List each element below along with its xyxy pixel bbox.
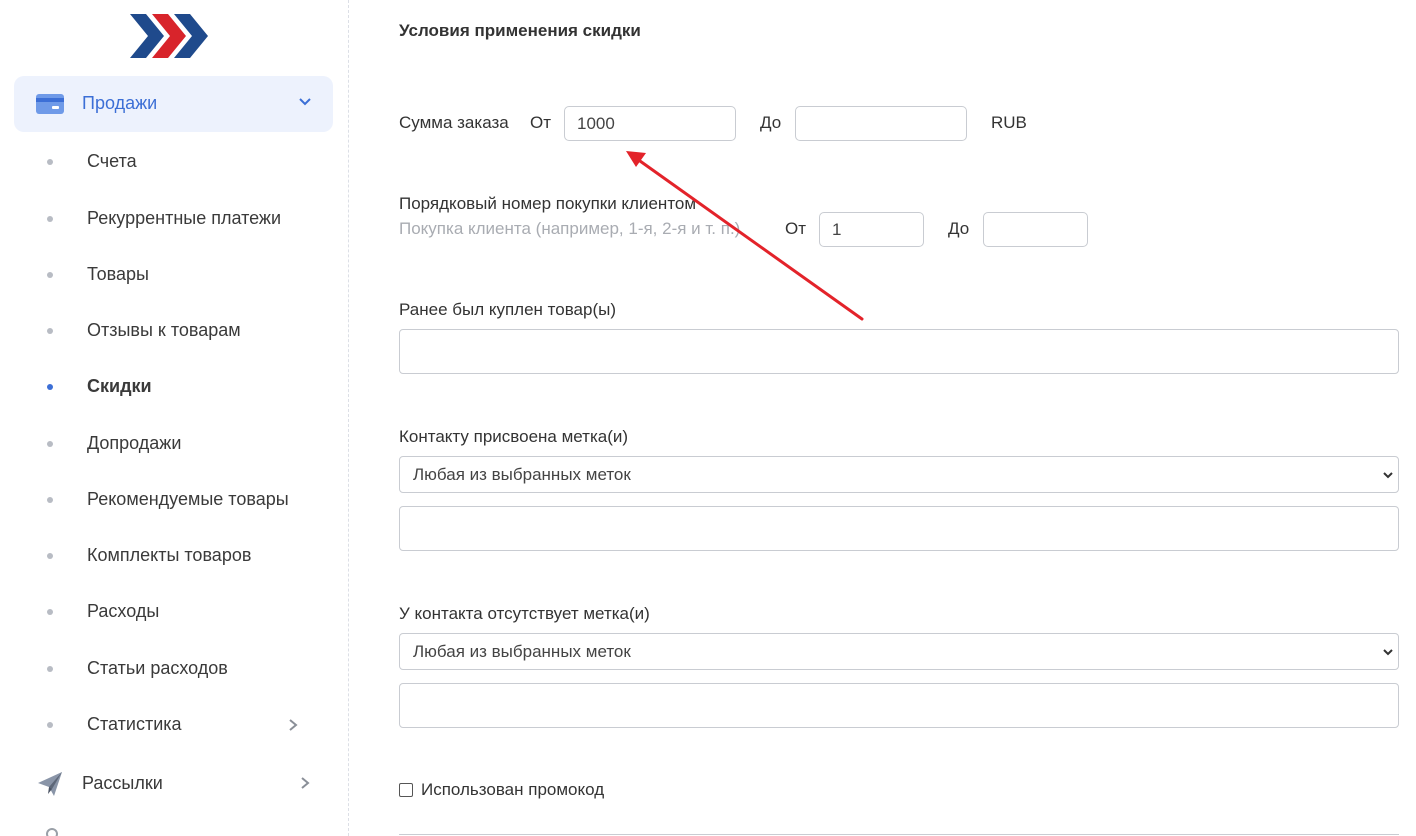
purchase-number-to-input[interactable]: [983, 212, 1088, 247]
order-sum-to-input[interactable]: [795, 106, 967, 141]
bullet-dot: [47, 216, 53, 222]
missing-tags-input[interactable]: [399, 683, 1399, 728]
bullet-dot: [47, 272, 53, 278]
sidebar-item-recurring-payments[interactable]: Рекуррентные платежи: [0, 198, 330, 238]
chevron-right-icon: [289, 719, 298, 731]
sidebar: Продажи Счета Рекуррентные платежи Товар…: [0, 0, 348, 836]
purchase-number-hint: Покупка клиента (например, 1-я, 2-я и т.…: [399, 219, 741, 238]
next-field-edge: [399, 834, 1399, 835]
sidebar-item-discounts[interactable]: Скидки: [0, 366, 330, 406]
partial-menu-icon: [46, 828, 58, 836]
order-sum-to-label: До: [760, 113, 782, 132]
missing-tags-label: У контакта отсутствует метка(и): [399, 604, 650, 623]
sidebar-item-invoices[interactable]: Счета: [0, 141, 330, 181]
menu-mailing[interactable]: Рассылки: [14, 756, 333, 812]
sidebar-item-product-bundles[interactable]: Комплекты товаров: [0, 535, 330, 575]
promo-code-label: Использован промокод: [421, 780, 605, 799]
sidebar-item-label: Счета: [87, 151, 137, 171]
sidebar-item-upsells[interactable]: Допродажи: [0, 423, 330, 463]
purchase-number-from-input[interactable]: [819, 212, 924, 247]
sidebar-item-label: Отзывы к товарам: [87, 320, 241, 340]
has-tags-mode-select[interactable]: Любая из выбранных меток: [399, 456, 1399, 493]
bullet-dot: [47, 328, 53, 334]
menu-mailing-label: Рассылки: [82, 773, 163, 793]
bullet-dot: [47, 609, 53, 615]
sidebar-item-label: Комплекты товаров: [87, 545, 252, 565]
sidebar-divider: [348, 0, 349, 836]
order-sum-from-input[interactable]: [564, 106, 736, 141]
paper-plane-icon: [38, 772, 62, 796]
has-tags-input[interactable]: [399, 506, 1399, 551]
missing-tags-mode-value: Любая из выбранных меток: [413, 642, 631, 661]
bullet-dot: [47, 553, 53, 559]
bullet-dot: [47, 722, 53, 728]
bullet-dot: [47, 159, 53, 165]
purchase-number-label: Порядковый номер покупки клиентом: [399, 194, 697, 213]
purchase-number-from-label: От: [785, 219, 807, 238]
section-title: Условия применения скидки: [399, 21, 641, 40]
sidebar-item-recommended-products[interactable]: Рекомендуемые товары: [0, 479, 330, 519]
promo-code-checkbox-row[interactable]: Использован промокод: [399, 780, 604, 800]
sidebar-item-label: Статьи расходов: [87, 658, 228, 678]
chevron-down-icon: [1383, 649, 1393, 656]
menu-sales[interactable]: Продажи: [14, 76, 333, 132]
has-tags-label: Контакту присвоена метка(и): [399, 427, 629, 446]
chevron-right-icon: [301, 777, 310, 789]
sidebar-item-expenses[interactable]: Расходы: [0, 591, 330, 631]
order-sum-label: Сумма заказа: [399, 113, 509, 132]
sidebar-item-statistics[interactable]: Статистика: [0, 704, 330, 744]
credit-card-icon: [36, 94, 64, 114]
sidebar-item-expense-categories[interactable]: Статьи расходов: [0, 648, 330, 688]
sidebar-item-label: Допродажи: [87, 433, 182, 453]
promo-code-checkbox[interactable]: [399, 783, 413, 797]
sidebar-item-label: Статистика: [87, 714, 182, 734]
currency-label: RUB: [991, 113, 1027, 132]
sidebar-item-label: Рекуррентные платежи: [87, 208, 282, 228]
sidebar-item-product-reviews[interactable]: Отзывы к товарам: [0, 310, 330, 350]
order-sum-from-label: От: [530, 113, 552, 132]
bought-products-label: Ранее был куплен товар(ы): [399, 300, 617, 319]
bullet-dot: [47, 666, 53, 672]
chevron-down-icon: [299, 98, 311, 106]
bought-products-input[interactable]: [399, 329, 1399, 374]
sidebar-item-label: Скидки: [87, 376, 152, 396]
bullet-dot: [47, 384, 53, 390]
bullet-dot: [47, 441, 53, 447]
chevron-down-icon: [1383, 472, 1393, 479]
menu-sales-label: Продажи: [82, 93, 158, 113]
has-tags-mode-value: Любая из выбранных меток: [413, 465, 631, 484]
missing-tags-mode-select[interactable]: Любая из выбранных меток: [399, 633, 1399, 670]
sidebar-item-label: Товары: [87, 264, 149, 284]
bullet-dot: [47, 497, 53, 503]
purchase-number-to-label: До: [948, 219, 970, 238]
sidebar-item-products[interactable]: Товары: [0, 254, 330, 294]
sidebar-item-label: Рекомендуемые товары: [87, 489, 289, 509]
sidebar-item-label: Расходы: [87, 601, 160, 621]
logo: [130, 14, 208, 58]
